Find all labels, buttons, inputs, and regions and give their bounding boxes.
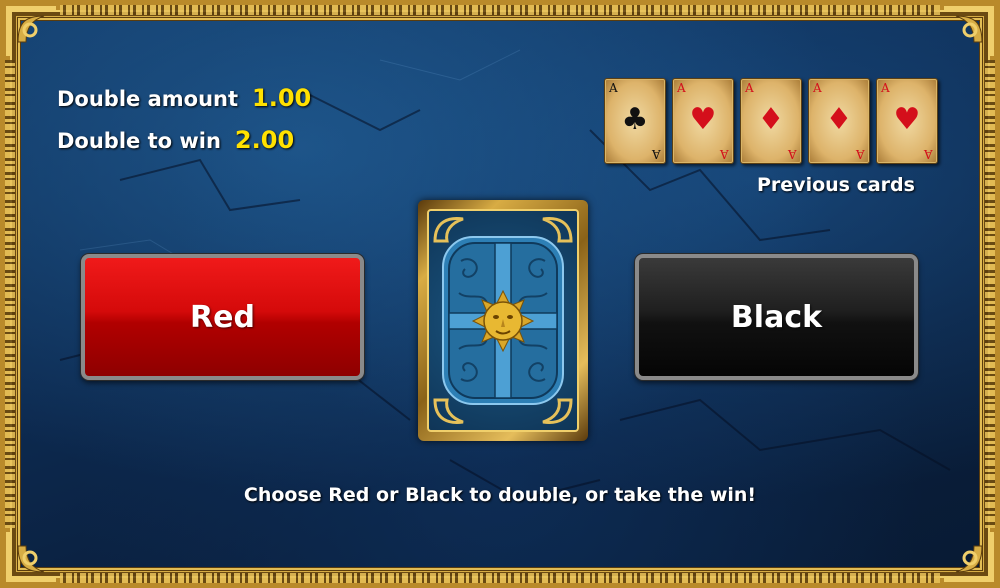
shield-emblem-icon <box>433 217 573 424</box>
card-rank: A <box>609 81 618 95</box>
previous-cards: A ♣ A A ♥ A A ♦ A A ♦ A A ♥ A <box>604 78 938 164</box>
previous-card: A ♣ A <box>604 78 666 164</box>
diamond-suit-icon: ♦ <box>825 102 853 137</box>
diamond-suit-icon: ♦ <box>757 102 785 137</box>
card-back <box>418 200 588 441</box>
card-rank: A <box>745 81 754 95</box>
double-to-win-row: Double to win 2.00 <box>57 126 294 154</box>
card-rank: A <box>720 147 729 161</box>
previous-card: A ♥ A <box>876 78 938 164</box>
card-rank: A <box>652 147 661 161</box>
card-rank: A <box>856 147 865 161</box>
double-amount-label: Double amount <box>57 87 239 111</box>
black-button[interactable]: Black <box>635 254 918 380</box>
double-to-win-value: 2.00 <box>234 126 295 154</box>
club-suit-icon: ♣ <box>621 102 649 137</box>
card-rank: A <box>813 81 822 95</box>
heart-suit-icon: ♥ <box>893 102 921 137</box>
instruction-text: Choose Red or Black to double, or take t… <box>243 484 757 506</box>
card-rank: A <box>924 147 933 161</box>
card-rank: A <box>788 147 797 161</box>
card-back-face <box>427 209 579 432</box>
double-amount-value: 1.00 <box>252 84 312 112</box>
card-rank: A <box>881 81 890 95</box>
double-to-win-label: Double to win <box>57 129 221 153</box>
card-rank: A <box>677 81 686 95</box>
double-amount-row: Double amount 1.00 <box>57 84 311 112</box>
previous-card: A ♦ A <box>808 78 870 164</box>
red-button[interactable]: Red <box>81 254 364 380</box>
previous-card: A ♦ A <box>740 78 802 164</box>
heart-suit-icon: ♥ <box>689 102 717 137</box>
previous-cards-label: Previous cards <box>757 174 915 196</box>
previous-card: A ♥ A <box>672 78 734 164</box>
